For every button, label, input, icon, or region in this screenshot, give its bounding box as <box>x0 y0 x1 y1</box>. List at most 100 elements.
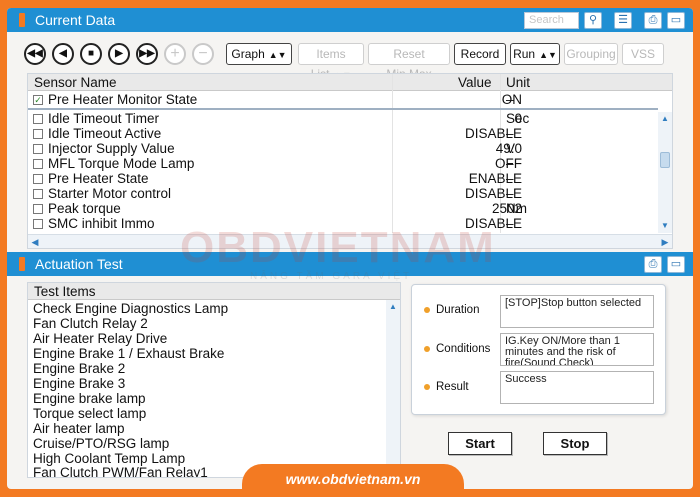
list-view-icon[interactable]: ☰ <box>614 12 632 29</box>
close-icon[interactable]: ▭ <box>667 256 685 273</box>
stop-icon[interactable]: ■ <box>80 43 102 65</box>
row-checkbox[interactable] <box>33 129 43 139</box>
sensor-value: ENABLE <box>468 171 522 186</box>
remove-icon[interactable]: − <box>192 43 214 65</box>
bullet-icon <box>424 383 430 390</box>
column-test-items: Test Items <box>34 284 96 299</box>
prev-icon[interactable]: ◀ <box>52 43 74 65</box>
sensor-name: Peak torque <box>48 201 121 216</box>
actuation-test-title: Actuation Test <box>35 256 123 272</box>
reset-min-max-button[interactable]: Reset Min.Max <box>368 43 450 81</box>
scroll-up-icon[interactable]: ▲ <box>659 114 671 124</box>
table-row[interactable]: SMC inhibit Immo DISABLE – <box>28 216 658 231</box>
rewind-icon[interactable]: ◀◀ <box>24 43 46 65</box>
row-checkbox[interactable] <box>33 159 43 169</box>
current-data-toolbar: ◀◀ ◀ ■ ▶ ▶▶ + − Graph▲▼ Items List▲▼ Res… <box>12 40 688 81</box>
footer-url: www.obdvietnam.vn <box>242 464 464 497</box>
panel-marker-icon <box>19 13 25 27</box>
print-icon[interactable]: ⎙ <box>644 12 662 29</box>
conditions-value: IG.Key ON/More than 1 minutes and the ri… <box>500 333 654 366</box>
row-checkbox[interactable] <box>33 219 43 229</box>
table-row[interactable]: Idle Timeout Timer 0 Sec <box>28 111 658 126</box>
sensor-unit: – <box>506 92 514 107</box>
list-item[interactable]: Engine Brake 1 / Exhaust Brake <box>33 346 224 361</box>
record-button[interactable]: Record <box>454 43 506 65</box>
sensor-name: Pre Heater State <box>48 171 149 186</box>
sensor-unit: Sec <box>506 111 530 126</box>
play-icon[interactable]: ▶ <box>108 43 130 65</box>
sensor-unit: – <box>506 126 514 141</box>
current-data-titlebar: Current Data Search ⚲ ☰ ⎙ ▭ <box>7 8 693 32</box>
row-checkbox[interactable]: ✓ <box>33 95 43 105</box>
table-row[interactable]: Peak torque 2502 Nm <box>28 201 658 216</box>
duration-value: [STOP]Stop button selected <box>500 295 654 328</box>
sensor-table-header: Sensor Name Value Unit <box>28 74 672 91</box>
pinned-separator <box>28 108 658 110</box>
sensor-unit: Nm <box>506 201 527 216</box>
list-item[interactable]: Check Engine Diagnostics Lamp <box>33 301 228 316</box>
scroll-left-icon[interactable]: ◀ <box>29 236 41 248</box>
duration-label: Duration <box>424 304 479 316</box>
print-icon[interactable]: ⎙ <box>644 256 662 273</box>
bullet-icon <box>424 306 430 313</box>
sensor-table: Sensor Name Value Unit ✓ Pre Heater Moni… <box>27 73 673 249</box>
list-item[interactable]: Cruise/PTO/RSG lamp <box>33 436 169 451</box>
list-item[interactable]: Air heater lamp <box>33 421 125 436</box>
panel-marker-icon <box>19 257 25 271</box>
table-row[interactable]: Pre Heater State ENABLE – <box>28 171 658 186</box>
list-item[interactable]: Fan Clutch PWM/Fan Relay1 <box>33 465 208 477</box>
table-row[interactable]: Injector Supply Value 49.0 V <box>28 141 658 156</box>
actuation-info-panel: Duration [STOP]Stop button selected Cond… <box>411 284 666 415</box>
result-value: Success <box>500 371 654 404</box>
row-checkbox[interactable] <box>33 189 43 199</box>
vss-button[interactable]: VSS <box>622 43 664 65</box>
sensor-unit: V <box>506 141 516 156</box>
list-item[interactable]: Engine brake lamp <box>33 391 146 406</box>
row-checkbox[interactable] <box>33 114 43 124</box>
sensor-vertical-scrollbar[interactable]: ▲ ▼ <box>658 112 672 233</box>
table-row[interactable]: MFL Torque Mode Lamp OFF – <box>28 156 658 171</box>
list-item[interactable]: Fan Clutch Relay 2 <box>33 316 148 331</box>
graph-select[interactable]: Graph ▲▼ <box>226 43 292 65</box>
column-unit[interactable]: Unit <box>506 75 530 90</box>
test-items-list: Test Items Check Engine Diagnostics Lamp… <box>27 282 401 478</box>
scroll-down-icon[interactable]: ▼ <box>659 221 671 231</box>
current-data-title: Current Data <box>35 12 116 28</box>
grouping-button[interactable]: Grouping <box>564 43 618 65</box>
start-button[interactable]: Start <box>448 432 512 455</box>
list-item[interactable]: Air Heater Relay Drive <box>33 331 167 346</box>
pinned-sensor-row[interactable]: ✓ Pre Heater Monitor State ON – <box>28 92 658 107</box>
table-row[interactable]: Idle Timeout Active DISABLE – <box>28 126 658 141</box>
add-icon[interactable]: + <box>164 43 186 65</box>
sensor-name: Idle Timeout Active <box>48 126 162 141</box>
fast-forward-icon[interactable]: ▶▶ <box>136 43 158 65</box>
close-icon[interactable]: ▭ <box>667 12 685 29</box>
scroll-thumb[interactable] <box>660 152 670 168</box>
run-select[interactable]: Run ▲▼ <box>510 43 560 65</box>
row-checkbox[interactable] <box>33 174 43 184</box>
list-item[interactable]: Torque select lamp <box>33 406 146 421</box>
test-items-header: Test Items <box>28 283 400 300</box>
search-input[interactable]: Search <box>524 12 579 29</box>
list-item[interactable]: Engine Brake 3 <box>33 376 125 391</box>
sensor-name: Pre Heater Monitor State <box>48 92 198 107</box>
table-row[interactable]: Starter Motor control DISABLE – <box>28 186 658 201</box>
items-list-select[interactable]: Items List▲▼ <box>298 43 364 81</box>
row-checkbox[interactable] <box>33 204 43 214</box>
scroll-up-icon[interactable]: ▲ <box>387 302 399 312</box>
test-items-scrollbar[interactable]: ▲ <box>386 300 400 477</box>
actuation-test-titlebar: Actuation Test ⎙ ▭ <box>7 252 693 276</box>
column-value[interactable]: Value <box>458 75 492 90</box>
search-icon[interactable]: ⚲ <box>584 12 602 29</box>
list-item[interactable]: High Coolant Temp Lamp <box>33 451 185 466</box>
row-checkbox[interactable] <box>33 144 43 154</box>
stop-button[interactable]: Stop <box>543 432 607 455</box>
scroll-right-icon[interactable]: ▶ <box>659 236 671 248</box>
list-item[interactable]: Engine Brake 2 <box>33 361 125 376</box>
bullet-icon <box>424 345 430 352</box>
column-sensor-name[interactable]: Sensor Name <box>34 75 117 90</box>
sensor-name: MFL Torque Mode Lamp <box>48 156 195 171</box>
sensor-name: Injector Supply Value <box>48 141 175 156</box>
sensor-horizontal-scrollbar[interactable]: ◀ ▶ <box>28 234 672 248</box>
sensor-unit: – <box>506 186 514 201</box>
